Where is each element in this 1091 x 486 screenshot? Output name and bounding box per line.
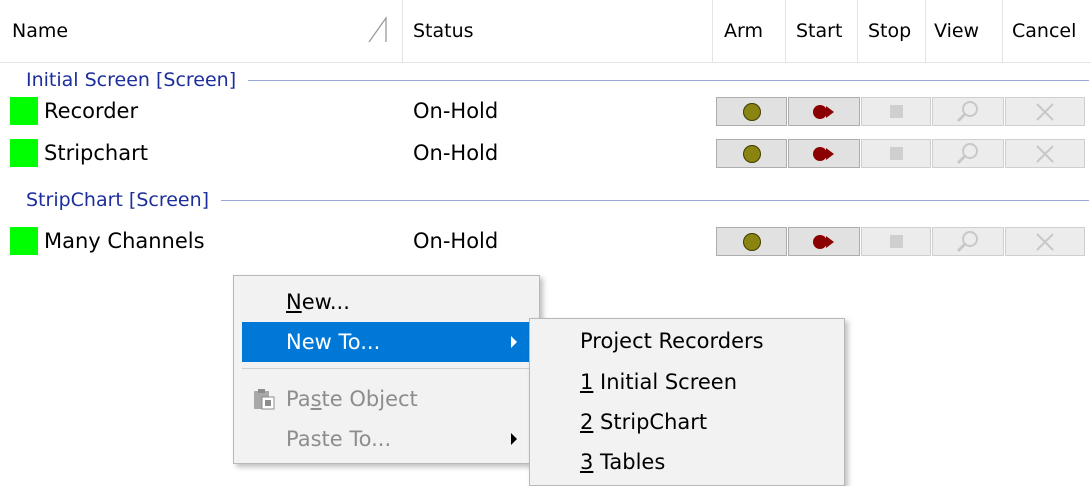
start-record-icon (813, 104, 834, 119)
start-button[interactable] (788, 227, 860, 256)
item-name: Recorder (44, 99, 139, 123)
menu-item-new-label: New... (286, 290, 350, 314)
column-header-start[interactable]: Start (796, 0, 852, 62)
cancel-button[interactable] (1005, 227, 1085, 256)
magnifier-icon (956, 100, 978, 122)
item-status: On-Hold (413, 141, 499, 165)
column-header-start-label: Start (796, 20, 843, 42)
group-divider (221, 199, 1089, 201)
view-button[interactable] (932, 139, 1004, 168)
group-divider (248, 79, 1089, 81)
menu-item-new[interactable]: New... (242, 282, 531, 322)
magnifier-icon (956, 142, 978, 164)
view-button[interactable] (932, 97, 1004, 126)
view-button[interactable] (932, 227, 1004, 256)
menu-item-paste-to[interactable]: Paste To... (242, 419, 531, 459)
status-color-swatch (10, 139, 38, 167)
column-header-name-label: Name (12, 20, 69, 42)
column-header-arm[interactable]: Arm (724, 0, 784, 62)
column-divider[interactable] (785, 0, 786, 62)
column-header-stop-label: Stop (868, 20, 912, 42)
item-name: Stripchart (44, 141, 148, 165)
submenu-item-project-recorders[interactable]: Project Recorders (540, 321, 834, 361)
list-item[interactable]: Stripchart On-Hold (0, 134, 1091, 172)
column-header-status-label: Status (413, 20, 474, 42)
column-divider[interactable] (925, 0, 926, 62)
column-header-arm-label: Arm (724, 20, 763, 42)
column-divider[interactable] (1002, 0, 1003, 62)
cancel-x-icon (1036, 102, 1054, 121)
column-header-status[interactable]: Status (413, 0, 713, 62)
column-divider[interactable] (402, 0, 403, 62)
new-to-submenu: Project Recorders 1 Initial Screen 2 Str… (529, 318, 845, 486)
clipboard-paste-icon (254, 389, 275, 410)
arm-icon (742, 102, 761, 121)
stop-button[interactable] (861, 139, 931, 168)
column-divider[interactable] (857, 0, 858, 62)
arm-button[interactable] (716, 97, 787, 126)
column-header-cancel-label: Cancel (1012, 20, 1077, 42)
group-label: StripChart [Screen] (26, 189, 210, 211)
status-color-swatch (10, 227, 38, 255)
stop-button[interactable] (861, 227, 931, 256)
menu-item-new-to[interactable]: New To... (242, 322, 531, 362)
menu-separator (242, 368, 531, 369)
submenu-item-stripchart[interactable]: 2 StripChart (540, 402, 834, 442)
cancel-button[interactable] (1005, 97, 1085, 126)
start-record-icon (813, 234, 834, 249)
column-divider[interactable] (712, 0, 713, 62)
list-item[interactable]: Recorder On-Hold (0, 92, 1091, 130)
group-header[interactable]: StripChart [Screen] (0, 182, 1091, 218)
submenu-item-initial-screen[interactable]: 1 Initial Screen (540, 362, 834, 402)
submenu-arrow-icon (511, 336, 517, 348)
menu-item-paste-object-label: Paste Object (286, 387, 418, 411)
arm-icon (742, 232, 761, 251)
context-menu: New... New To... Paste Object Paste To..… (233, 275, 540, 464)
column-header-cancel[interactable]: Cancel (1012, 0, 1090, 62)
cancel-button[interactable] (1005, 139, 1085, 168)
column-header-name[interactable]: Name (12, 0, 392, 62)
cancel-x-icon (1036, 144, 1054, 163)
submenu-item-tables[interactable]: 3 Tables (540, 442, 834, 482)
stop-button[interactable] (861, 97, 931, 126)
stop-icon (889, 235, 903, 248)
magnifier-icon (956, 230, 978, 252)
arm-button[interactable] (716, 227, 787, 256)
column-header-view-label: View (934, 20, 980, 42)
menu-item-paste-object[interactable]: Paste Object (242, 379, 531, 419)
cancel-x-icon (1036, 232, 1054, 251)
start-record-icon (813, 146, 834, 161)
column-header-stop[interactable]: Stop (868, 0, 920, 62)
stop-icon (889, 105, 903, 118)
status-color-swatch (10, 97, 38, 125)
group-label: Initial Screen [Screen] (26, 69, 237, 91)
start-button[interactable] (788, 139, 860, 168)
item-status: On-Hold (413, 99, 499, 123)
submenu-item-label: 2 StripChart (580, 410, 708, 434)
submenu-arrow-icon (511, 433, 517, 445)
submenu-item-label: Project Recorders (580, 329, 764, 353)
arm-icon (742, 144, 761, 163)
sort-indicator-icon (368, 15, 387, 43)
list-header: Name Status Arm Start Stop View Cancel (0, 0, 1091, 63)
item-name: Many Channels (44, 229, 205, 253)
column-header-view[interactable]: View (934, 0, 992, 62)
item-status: On-Hold (413, 229, 499, 253)
list-item[interactable]: Many Channels On-Hold (0, 222, 1091, 260)
menu-item-paste-to-label: Paste To... (286, 427, 392, 451)
menu-item-new-to-label: New To... (286, 330, 381, 354)
submenu-item-label: 1 Initial Screen (580, 370, 738, 394)
stop-icon (889, 147, 903, 160)
start-button[interactable] (788, 97, 860, 126)
submenu-item-label: 3 Tables (580, 450, 666, 474)
arm-button[interactable] (716, 139, 787, 168)
